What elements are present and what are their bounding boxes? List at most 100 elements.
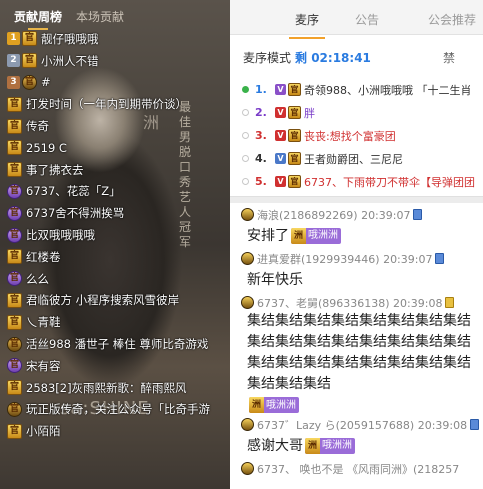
contributor-name: 活丝988 潘世子 棒住 尊师比奇游戏 bbox=[26, 337, 209, 352]
chat-message: 进真爱群(1929939446) 20:39:07 新年快乐 bbox=[241, 250, 483, 294]
contributor-row[interactable]: 官事了拂衣去 bbox=[0, 159, 230, 181]
tab-notice[interactable]: 公告 bbox=[355, 11, 379, 28]
device-icon bbox=[413, 209, 423, 220]
rank-badge: 1 bbox=[7, 32, 20, 46]
user-level-icon: 官 bbox=[7, 162, 22, 178]
contributor-name: 小洲人不错 bbox=[41, 53, 99, 68]
queue-number: 4. bbox=[255, 152, 267, 165]
device-icon bbox=[470, 419, 480, 430]
chat-message: 6737゛Lazy ら(2059157688) 20:39:08 感谢大哥洲哦洲洲 bbox=[241, 416, 483, 460]
queue-number: 5. bbox=[255, 175, 267, 188]
queue-row[interactable]: 1. V 官奇领988、小洲哦哦哦 「十二生肖 bbox=[242, 78, 483, 101]
contributor-row[interactable]: 官比双哦哦哦哦 bbox=[0, 224, 230, 246]
chat-user-info[interactable]: 6737、老舅(896336138) 20:39:08 bbox=[257, 295, 442, 311]
contributor-name: 2519 C bbox=[26, 140, 67, 155]
chat-message-body: 感谢大哥洲哦洲洲 bbox=[241, 433, 483, 460]
contributor-row[interactable]: 官 2519 C bbox=[0, 137, 230, 159]
user-level-icon bbox=[241, 252, 254, 265]
queue-user-name: 胖 bbox=[304, 106, 315, 120]
status-dot-icon bbox=[242, 109, 249, 116]
contributor-row[interactable]: 官么么 bbox=[0, 268, 230, 290]
ban-button[interactable]: 禁 bbox=[443, 49, 455, 66]
tab-weekly-contribution[interactable]: 贡献周榜 bbox=[14, 8, 62, 30]
vip-icon: V bbox=[275, 176, 286, 187]
contributor-name: 君临彼方 小程序搜索风雪彼岸 bbox=[26, 293, 180, 308]
user-level-icon: 官 bbox=[7, 227, 22, 243]
contributor-name: 打发时间（一年内到期带价谈） bbox=[26, 97, 187, 112]
queue-header: 麦序模式剩 02:18:41 禁 bbox=[243, 49, 455, 66]
chat-text: 安排了 bbox=[247, 228, 289, 244]
right-tabs: 麦序 公告 公会推荐 bbox=[230, 0, 483, 39]
mic-queue-list: 1. V 官奇领988、小洲哦哦哦 「十二生肖 2. V 官胖 3. V 官丧丧:想找个富豪团 4… bbox=[242, 78, 483, 193]
contributor-row[interactable]: 官宋有容 bbox=[0, 355, 230, 377]
queue-user-name: 王者勋爵团、三尼尼 bbox=[304, 152, 403, 166]
contributor-name: 靓仔哦哦哦 bbox=[41, 31, 99, 46]
user-level-icon bbox=[241, 462, 254, 475]
user-level-icon: 官 bbox=[22, 31, 37, 47]
user-level-icon: 官 bbox=[7, 183, 22, 199]
contributor-row[interactable]: 官乀青鞋 bbox=[0, 311, 230, 333]
contributor-row[interactable]: 官小陌陌 bbox=[0, 420, 230, 442]
chat-user-info[interactable]: 6737、 唤也不是 《风雨同洲》(218257 bbox=[257, 461, 459, 477]
contributor-name: # bbox=[41, 75, 51, 90]
user-level-icon: 官 bbox=[7, 314, 22, 330]
contributor-row[interactable]: 官传奇 bbox=[0, 115, 230, 137]
device-icon bbox=[445, 297, 455, 308]
device-icon bbox=[435, 253, 445, 264]
chat-message: 海浪(2186892269) 20:39:07 安排了洲哦洲洲 bbox=[241, 206, 483, 250]
queue-row[interactable]: 4. V 官王者勋爵团、三尼尼 bbox=[242, 147, 483, 170]
contributor-row[interactable]: 官活丝988 潘世子 棒住 尊师比奇游戏 bbox=[0, 333, 230, 355]
chat-text: 新年快乐 bbox=[247, 272, 303, 288]
chat-text: 感谢大哥 bbox=[247, 438, 303, 454]
chat-meta: 6737゛Lazy ら(2059157688) 20:39:08 bbox=[241, 416, 483, 433]
fan-club-badge: 洲哦洲洲 bbox=[249, 397, 299, 413]
contribution-tabs: 贡献周榜 本场贡献 bbox=[0, 0, 230, 30]
queue-number: 1. bbox=[255, 83, 267, 96]
chat-user-info[interactable]: 海浪(2186892269) 20:39:07 bbox=[257, 207, 410, 223]
chat-messages: 海浪(2186892269) 20:39:07 安排了洲哦洲洲 进真爱群(1929… bbox=[241, 206, 483, 477]
contributor-row[interactable]: 官 6737舍不得洲挨骂 bbox=[0, 202, 230, 224]
contributor-row[interactable]: 官打发时间（一年内到期带价谈） bbox=[0, 93, 230, 115]
contributor-row[interactable]: 官 6737、花蕊「Z」 bbox=[0, 181, 230, 203]
vip-icon: V bbox=[275, 107, 286, 118]
contributor-row[interactable]: 2 官小洲人不错 bbox=[0, 50, 230, 72]
queue-row[interactable]: 5. V 官 6737、下雨带刀不带伞【导弹团团 bbox=[242, 170, 483, 193]
user-level-icon: 官 bbox=[7, 380, 22, 396]
contributor-row[interactable]: 官玩正版传奇，关注公众号「比奇手游 bbox=[0, 399, 230, 421]
contributor-name: 6737舍不得洲挨骂 bbox=[26, 206, 125, 221]
user-level-icon: 官 bbox=[7, 271, 22, 287]
chat-message-body: 集结集结集结集结集结集结集结集结集结集结集结集结集结集结集结集结集结集结集结集结… bbox=[241, 311, 483, 416]
user-level-icon: 官 bbox=[288, 83, 301, 96]
user-level-icon: 官 bbox=[288, 175, 301, 188]
tab-queue[interactable]: 麦序 bbox=[288, 11, 326, 39]
right-panel: 麦序 公告 公会推荐 麦序模式剩 02:18:41 禁 1. V 官奇领988、小洲… bbox=[230, 0, 483, 489]
contributor-row[interactable]: 3 官 # bbox=[0, 72, 230, 94]
status-dot-icon bbox=[242, 178, 249, 185]
queue-number: 3. bbox=[255, 129, 267, 142]
user-level-icon: 官 bbox=[7, 205, 22, 221]
contributor-row[interactable]: 1 官靓仔哦哦哦 bbox=[0, 28, 230, 50]
vip-icon: V bbox=[275, 130, 286, 141]
tab-guild-recommend[interactable]: 公会推荐 bbox=[428, 11, 476, 28]
vip-icon: V bbox=[275, 84, 286, 95]
queue-row[interactable]: 3. V 官丧丧:想找个富豪团 bbox=[242, 124, 483, 147]
chat-user-info[interactable]: 进真爱群(1929939446) 20:39:07 bbox=[257, 251, 432, 267]
contributor-row[interactable]: 官 2583[2]灰雨熙新歌：醉雨熙风 bbox=[0, 377, 230, 399]
tab-session-contribution[interactable]: 本场贡献 bbox=[76, 8, 124, 25]
contributor-name: 玩正版传奇，关注公众号「比奇手游 bbox=[26, 402, 210, 417]
chat-user-info[interactable]: 6737゛Lazy ら(2059157688) 20:39:08 bbox=[257, 417, 467, 433]
queue-row[interactable]: 2. V 官胖 bbox=[242, 101, 483, 124]
contributor-name: 红楼卷 bbox=[26, 249, 61, 264]
contributor-name: 2583[2]灰雨熙新歌：醉雨熙风 bbox=[26, 380, 187, 395]
user-level-icon: 官 bbox=[7, 401, 22, 417]
fan-club-badge: 洲哦洲洲 bbox=[291, 228, 341, 244]
user-level-icon: 官 bbox=[22, 53, 37, 69]
user-level-icon: 官 bbox=[288, 106, 301, 119]
status-dot-icon bbox=[242, 132, 249, 139]
contributor-row[interactable]: 官君临彼方 小程序搜索风雪彼岸 bbox=[0, 290, 230, 312]
contributor-row[interactable]: 官红楼卷 bbox=[0, 246, 230, 268]
vip-icon: V bbox=[275, 153, 286, 164]
queue-user-name: 6737、下雨带刀不带伞【导弹团团 bbox=[304, 175, 475, 189]
contributor-name: 事了拂衣去 bbox=[26, 162, 84, 177]
chat-meta: 6737、老舅(896336138) 20:39:08 bbox=[241, 294, 483, 311]
